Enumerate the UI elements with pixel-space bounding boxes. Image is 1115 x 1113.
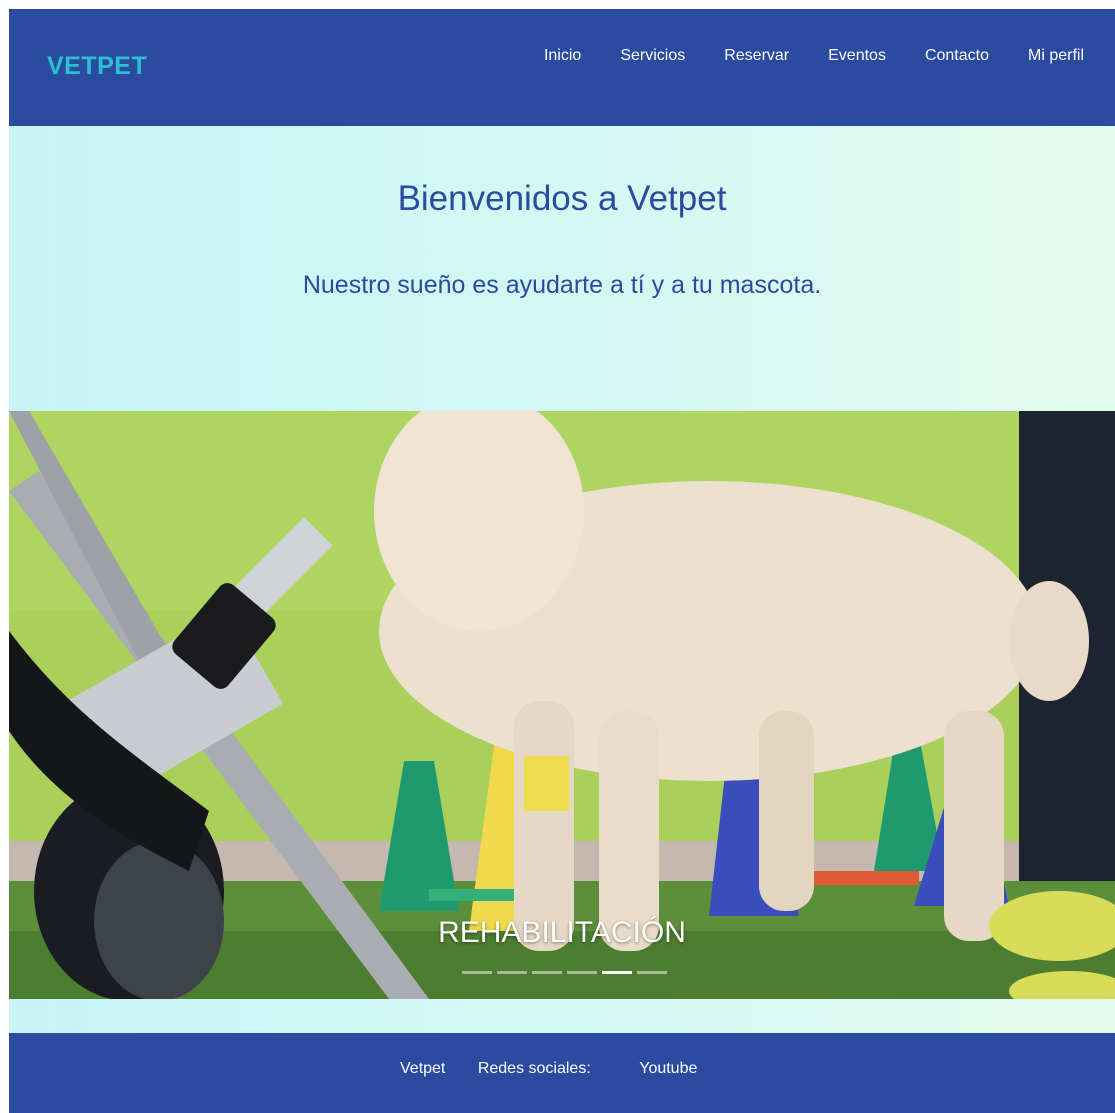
youtube-link[interactable]: Youtube [639, 1060, 697, 1078]
main-nav: Inicio Servicios Reservar Eventos Contac… [505, 47, 1084, 65]
footer-social-label: Redes sociales: [477, 1060, 591, 1077]
nav-link-inicio[interactable]: Inicio [544, 47, 581, 65]
carousel-caption: REHABILITACIÓN [438, 916, 686, 949]
image-carousel[interactable]: REHABILITACIÓN [9, 411, 1115, 999]
carousel-indicator[interactable] [637, 971, 667, 974]
carousel-indicator[interactable] [462, 971, 492, 974]
carousel-indicator[interactable] [532, 971, 562, 974]
nav-link-servicios[interactable]: Servicios [620, 47, 685, 65]
nav-link-mi-perfil[interactable]: Mi perfil [1028, 47, 1084, 65]
carousel-indicator-active[interactable] [602, 971, 632, 974]
carousel-indicators [462, 971, 672, 974]
carousel-slide-image [9, 411, 1115, 999]
hero-subtitle: Nuestro sueño es ayudarte a tí y a tu ma… [302, 271, 822, 299]
nav-link-eventos[interactable]: Eventos [828, 47, 886, 65]
hero-title: Bienvenidos a Vetpet [397, 179, 727, 218]
page: VETPET Inicio Servicios Reservar Eventos… [9, 9, 1115, 1113]
nav-link-reservar[interactable]: Reservar [724, 47, 789, 65]
carousel-indicator[interactable] [497, 971, 527, 974]
carousel-indicator[interactable] [567, 971, 597, 974]
site-logo[interactable]: VETPET [47, 52, 147, 81]
nav-link-contacto[interactable]: Contacto [925, 47, 989, 65]
footer-brand: Vetpet [400, 1060, 446, 1077]
footer-content: Vetpet Redes sociales: Youtube [400, 1060, 697, 1078]
footer: Vetpet Redes sociales: Youtube [9, 1033, 1115, 1113]
navbar: VETPET Inicio Servicios Reservar Eventos… [9, 9, 1115, 126]
